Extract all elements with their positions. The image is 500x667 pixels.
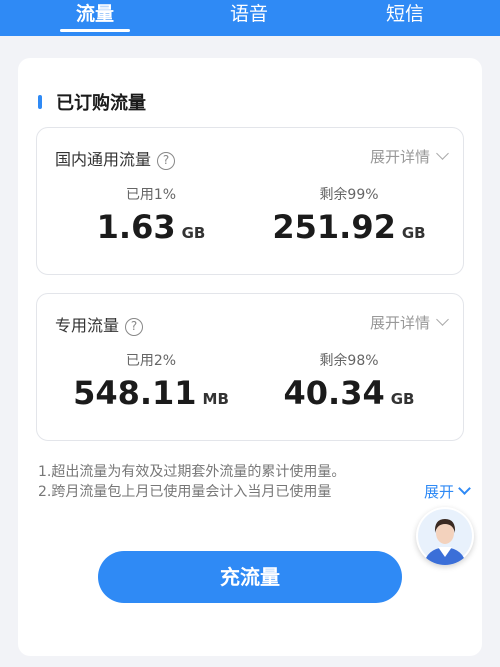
active-tab-indicator	[60, 29, 130, 32]
recharge-data-button[interactable]: 充流量	[98, 551, 402, 603]
dedicated-data-card: 专用流量? 展开详情 已用2% 548.11 MB 剩余98% 40.34 GB	[36, 293, 464, 441]
card-title-text: 国内通用流量	[55, 150, 152, 169]
notes: 1.超出流量为有效及过期套外流量的累计使用量。 2.跨月流量包上月已使用量会计入…	[38, 462, 471, 502]
note-line-2: 2.跨月流量包上月已使用量会计入当月已使用量	[38, 484, 332, 500]
top-tab-bar: 流量 语音 短信	[0, 0, 500, 36]
card-title: 国内通用流量?	[55, 146, 176, 170]
used-value: 548.11	[73, 374, 197, 412]
tab-sms[interactable]: 短信	[370, 0, 440, 36]
tab-voice[interactable]: 语音	[214, 0, 284, 36]
remaining-unit: GB	[390, 390, 415, 408]
expand-details-label: 展开详情	[369, 314, 430, 332]
note-line-1: 1.超出流量为有效及过期套外流量的累计使用量。	[38, 464, 346, 480]
card-title-text: 专用流量	[55, 316, 120, 335]
question-circle-icon[interactable]: ?	[157, 152, 176, 170]
remaining-value: 251.92	[272, 208, 396, 246]
remaining-label: 剩余98%	[319, 353, 379, 369]
remaining-unit: GB	[401, 224, 426, 242]
used-value: 1.63	[96, 208, 176, 246]
chevron-down-icon	[458, 482, 471, 495]
used-label: 已用2%	[125, 353, 177, 369]
expand-details-label: 展开详情	[369, 148, 430, 166]
chevron-down-icon	[436, 147, 449, 160]
assistant-avatar-graphic	[418, 509, 472, 565]
card-title: 专用流量?	[55, 312, 144, 336]
section-title: 已订购流量	[56, 93, 146, 114]
used-unit: MB	[202, 390, 229, 408]
used-unit: GB	[181, 224, 206, 242]
remaining-label: 剩余99%	[319, 187, 379, 203]
expand-details-button[interactable]: 展开详情	[369, 312, 449, 333]
remaining-stat: 剩余99% 251.92 GB	[249, 184, 449, 246]
expand-notes-button[interactable]: 展开	[408, 482, 471, 502]
used-stat: 已用2% 548.11 MB	[51, 350, 251, 412]
expand-details-button[interactable]: 展开详情	[369, 146, 449, 167]
remaining-stat: 剩余98% 40.34 GB	[249, 350, 449, 412]
remaining-value: 40.34	[283, 374, 385, 412]
chevron-down-icon	[436, 313, 449, 326]
expand-notes-label: 展开	[424, 483, 455, 501]
used-label: 已用1%	[125, 187, 177, 203]
question-circle-icon[interactable]: ?	[125, 318, 144, 336]
used-stat: 已用1% 1.63 GB	[51, 184, 251, 246]
assistant-avatar-icon[interactable]	[416, 507, 474, 565]
section-accent-bar	[38, 95, 42, 109]
domestic-data-card: 国内通用流量? 展开详情 已用1% 1.63 GB 剩余99% 251.92 GB	[36, 127, 464, 275]
